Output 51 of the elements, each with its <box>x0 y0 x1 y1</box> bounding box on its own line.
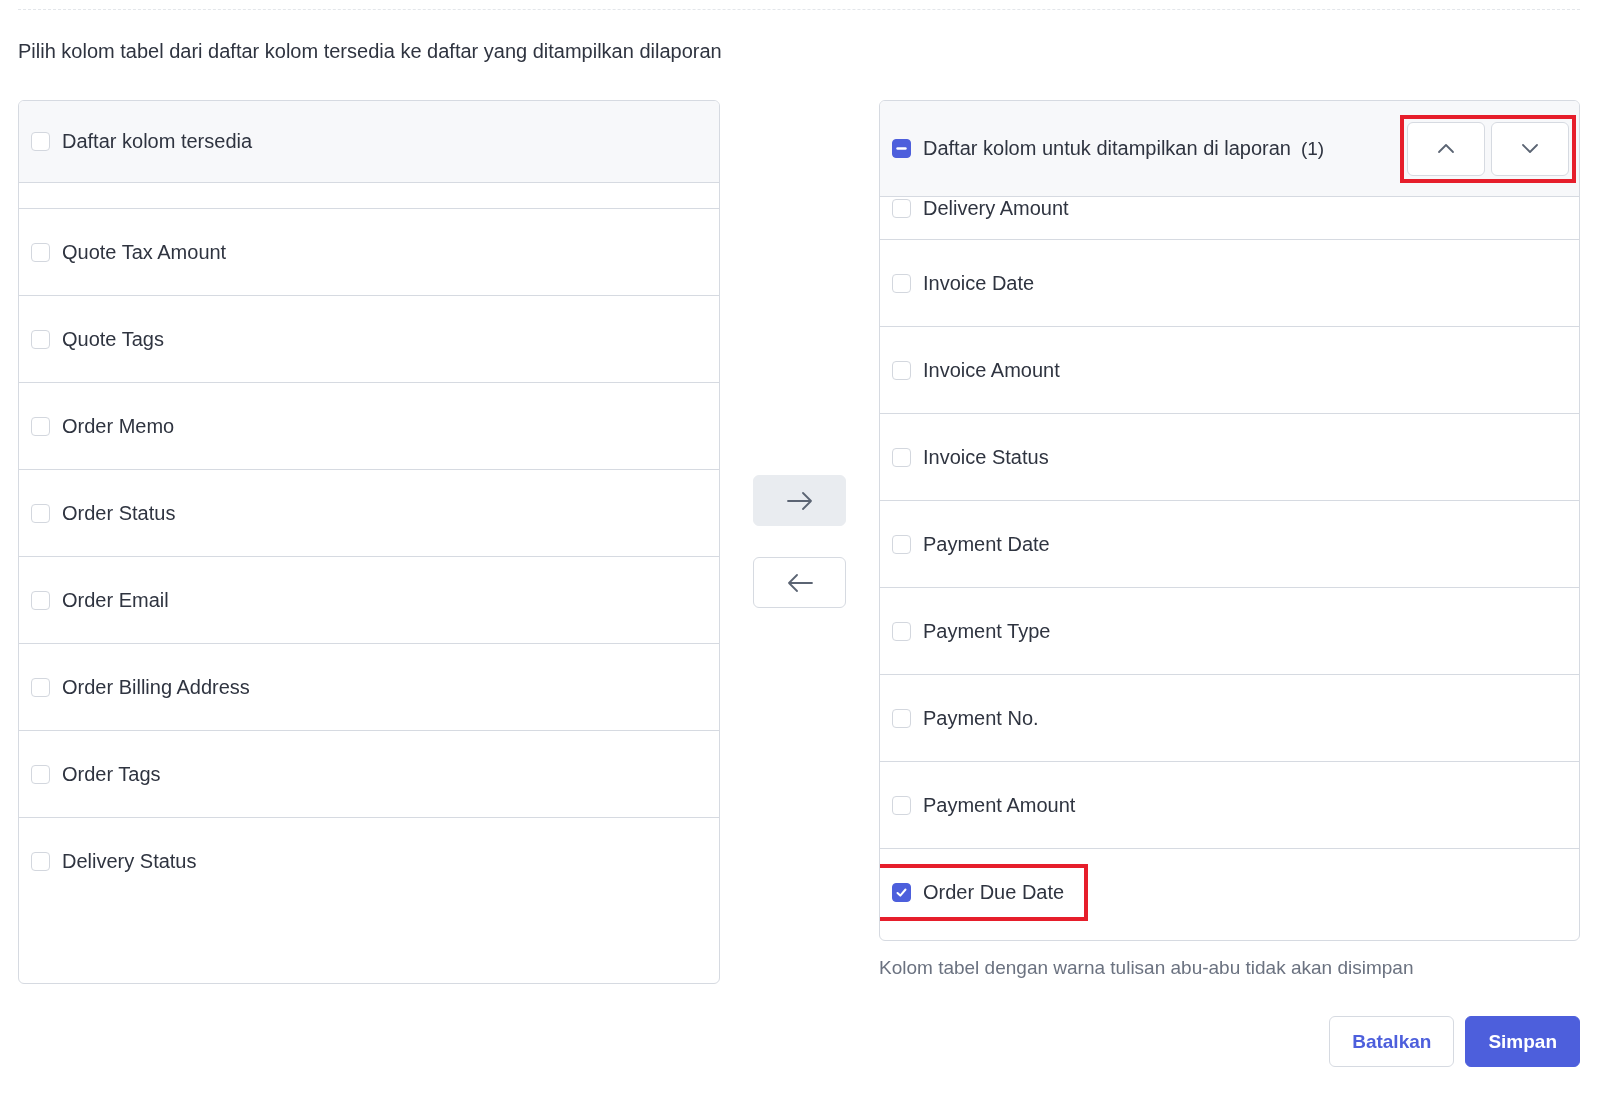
list-row[interactable]: Order Status <box>19 470 719 557</box>
list-row[interactable]: Quote Tags <box>19 296 719 383</box>
list-row[interactable]: Invoice Amount <box>880 327 1579 414</box>
list-row[interactable]: Order Memo <box>19 383 719 470</box>
list-row[interactable]: Order Email <box>19 557 719 644</box>
move-down-button[interactable] <box>1491 121 1569 176</box>
column-label: Order Due Date <box>923 881 1065 904</box>
column-label: Invoice Date <box>923 271 1035 295</box>
column-label: Delivery Status <box>62 850 197 873</box>
list-row[interactable]: Quote Tax Amount <box>19 209 719 296</box>
arrow-right-icon <box>786 491 813 510</box>
column-label: Quote Tax Amount <box>62 240 227 264</box>
list-row[interactable]: Payment Date <box>880 501 1579 588</box>
column-label: Payment Date <box>923 532 1050 556</box>
column-label: Payment No. <box>923 706 1039 730</box>
list-row[interactable]: Order Due Date <box>880 849 1579 936</box>
list-title: Daftar kolom tersedia <box>62 130 253 153</box>
column-label: Invoice Status <box>923 445 1049 469</box>
list-row[interactable]: Payment Amount <box>880 762 1579 849</box>
list-row[interactable]: Payment No. <box>880 675 1579 762</box>
checkbox[interactable] <box>892 139 911 158</box>
column-label: Payment Type <box>923 619 1051 643</box>
column-label: Order Email <box>62 588 169 612</box>
column-label: Order Memo <box>62 414 175 438</box>
column-label: Delivery Amount <box>923 197 1069 220</box>
list-row[interactable]: Invoice Date <box>880 240 1579 327</box>
instruction-text: Pilih kolom tabel dari daftar kolom tersedia ke daftar yang ditampilkan dilaporan <box>18 40 723 62</box>
list-row[interactable]: Invoice Status <box>880 414 1579 501</box>
column-label: Quote Tags <box>62 327 164 351</box>
list-row[interactable]: Order Tags <box>19 731 719 818</box>
column-label: Order Status <box>62 501 176 525</box>
chevron-down-icon <box>1521 143 1539 154</box>
move-up-button[interactable] <box>1407 121 1485 176</box>
column-label: Invoice Amount <box>923 358 1060 382</box>
selected-count: (1) <box>1300 137 1325 160</box>
arrow-left-icon <box>786 573 813 592</box>
checkbox[interactable] <box>892 883 911 902</box>
move-left-button[interactable] <box>753 557 846 608</box>
list-row[interactable]: Payment Type <box>880 588 1579 675</box>
save-button[interactable]: Simpan <box>1465 1016 1580 1067</box>
cancel-button[interactable]: Batalkan <box>1329 1016 1455 1067</box>
column-label: Order Tags <box>62 762 161 786</box>
list-row[interactable]: Delivery Status <box>19 818 719 905</box>
column-label: Order Billing Address <box>62 675 250 699</box>
list-row[interactable]: Order Billing Address <box>19 644 719 731</box>
hint-text: Kolom tabel dengan warna tulisan abu-abu tidak akan disimpan <box>879 957 1415 979</box>
list-row[interactable]: Delivery Amount <box>880 197 1579 240</box>
check-icon <box>895 886 908 899</box>
chevron-up-icon <box>1437 143 1455 154</box>
column-label: Payment Amount <box>923 793 1076 817</box>
list-title: Daftar kolom untuk ditampilkan di laporan <box>923 137 1291 160</box>
